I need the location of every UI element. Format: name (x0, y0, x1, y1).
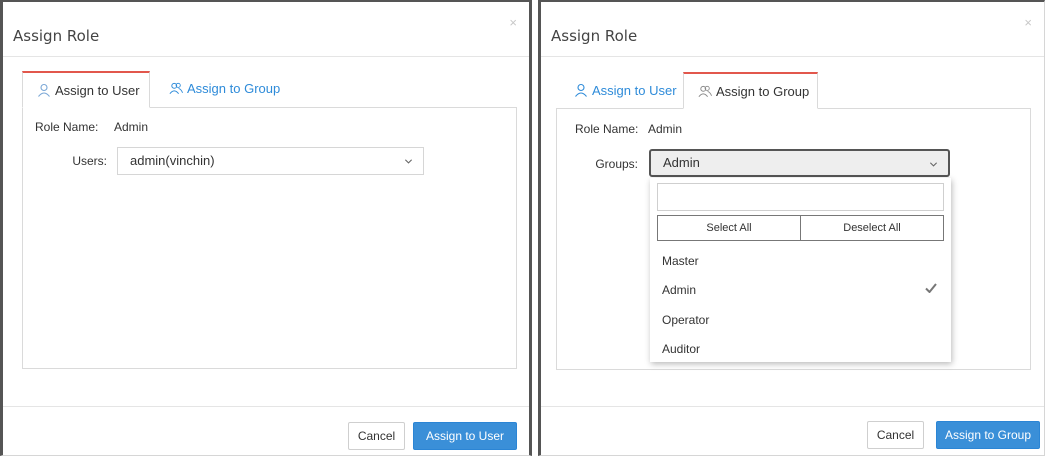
dropdown-option-auditor[interactable]: Auditor (662, 342, 700, 356)
assign-to-group-button[interactable]: Assign to Group (936, 421, 1040, 449)
assign-role-dialog-user: Assign Role × Assign to User Assign to G… (0, 0, 532, 456)
footer-divider (3, 406, 529, 407)
close-icon[interactable]: × (1024, 15, 1032, 30)
assign-role-dialog-group: Assign Role × Assign to User Assign to G… (538, 0, 1045, 456)
dropdown-option-master[interactable]: Master (662, 254, 699, 268)
assign-to-user-button[interactable]: Assign to User (413, 422, 517, 450)
user-icon (575, 83, 587, 97)
tab-assign-to-user[interactable]: Assign to User (22, 71, 150, 108)
groups-label: Groups: (595, 157, 638, 171)
tab-label: Assign to User (592, 83, 677, 98)
chevron-down-icon (929, 162, 938, 167)
groups-dropdown: Select All Deselect All Master Admin Ope… (650, 178, 951, 362)
deselect-all-button[interactable]: Deselect All (800, 216, 943, 240)
role-name-value: Admin (114, 120, 149, 134)
tab-label: Assign to Group (187, 81, 281, 96)
tab-label: Assign to Group (716, 84, 810, 99)
dropdown-search-input[interactable] (657, 183, 944, 211)
tab-assign-to-group[interactable]: Assign to Group (683, 72, 818, 109)
users-select[interactable]: admin(vinchin) (117, 147, 424, 175)
divider (541, 56, 1044, 57)
tab-assign-to-user[interactable]: Assign to User (560, 73, 678, 110)
cancel-button[interactable]: Cancel (348, 422, 405, 450)
tab-assign-to-group[interactable]: Assign to Group (155, 71, 295, 108)
users-selected-value: admin(vinchin) (130, 153, 215, 168)
dropdown-option-admin[interactable]: Admin (662, 283, 696, 297)
footer-divider (541, 406, 1044, 407)
divider (3, 56, 529, 57)
tab-label: Assign to User (55, 83, 140, 98)
role-name-value: Admin (648, 122, 683, 136)
close-icon[interactable]: × (509, 15, 517, 30)
users-label: Users: (72, 154, 107, 168)
cancel-button[interactable]: Cancel (867, 421, 924, 449)
role-name-label: Role Name: (35, 120, 99, 134)
select-buttons-group: Select All Deselect All (657, 215, 944, 241)
user-icon (38, 83, 50, 97)
role-name-label: Role Name: (575, 122, 639, 136)
chevron-down-icon (404, 159, 413, 164)
dialog-title: Assign Role (13, 27, 100, 45)
groups-select[interactable]: Admin (649, 149, 950, 177)
check-icon (925, 283, 937, 293)
dialog-title: Assign Role (551, 27, 638, 45)
users-icon (698, 85, 712, 97)
groups-selected-value: Admin (663, 155, 700, 170)
select-all-button[interactable]: Select All (658, 216, 800, 240)
dropdown-option-operator[interactable]: Operator (662, 313, 709, 327)
users-icon (169, 82, 183, 94)
